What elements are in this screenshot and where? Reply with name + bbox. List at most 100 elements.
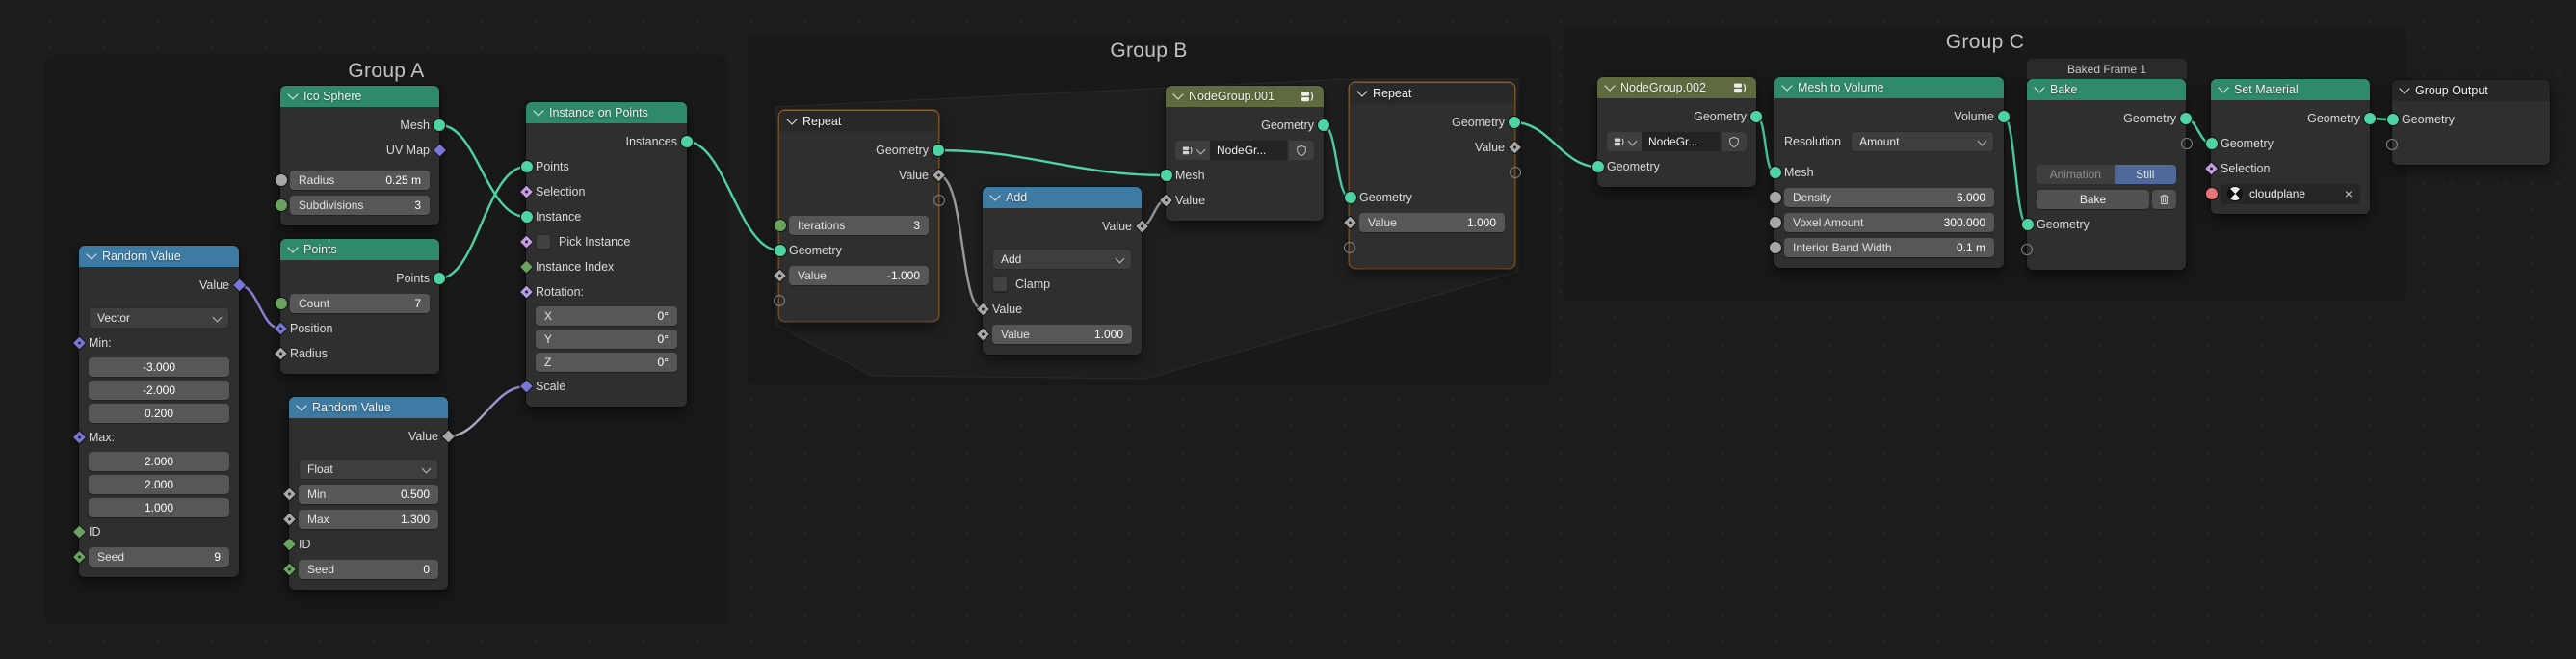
value-field[interactable]: Value1.000 bbox=[992, 325, 1132, 344]
node-repeat-input[interactable]: Repeat Geometry Value Iterations3 Geomet… bbox=[779, 111, 938, 321]
socket-extend-output[interactable] bbox=[1510, 167, 1521, 178]
socket-points-output[interactable] bbox=[433, 272, 446, 285]
node-header[interactable]: Instance on Points bbox=[526, 102, 687, 123]
node-repeat-output[interactable]: Repeat Geometry Value Geometry Value1.00… bbox=[1350, 83, 1514, 268]
socket-instances-output[interactable] bbox=[680, 135, 694, 148]
socket-mesh-input[interactable] bbox=[1769, 166, 1782, 179]
socket-subdivisions-input[interactable] bbox=[275, 198, 288, 212]
socket-extend-output[interactable] bbox=[933, 195, 945, 206]
radius-field[interactable]: Radius0.25 m bbox=[290, 171, 430, 190]
socket-instance-input[interactable] bbox=[520, 210, 534, 224]
socket-geometry-input[interactable] bbox=[774, 244, 787, 257]
node-editor-canvas[interactable]: Group A Group B Group C Ico Sphere bbox=[0, 0, 2576, 659]
node-random-value-float[interactable]: Random Value Value Float Min0.500 Max1.3… bbox=[289, 397, 448, 590]
min-x-field[interactable]: -3.000 bbox=[89, 357, 229, 377]
clear-material-icon[interactable]: × bbox=[2345, 187, 2353, 200]
node-add[interactable]: Add Value Add Clamp Value Value1.000 bbox=[983, 187, 1142, 355]
min-y-field[interactable]: -2.000 bbox=[89, 381, 229, 400]
chevron-down-icon[interactable] bbox=[287, 242, 298, 252]
chevron-down-icon[interactable] bbox=[786, 114, 797, 124]
chevron-down-icon[interactable] bbox=[86, 249, 96, 259]
node-header[interactable]: Random Value bbox=[289, 397, 448, 418]
max-x-field[interactable]: 2.000 bbox=[89, 452, 229, 471]
clamp-checkbox[interactable] bbox=[992, 277, 1008, 292]
socket-radius-input[interactable] bbox=[275, 173, 288, 187]
chevron-down-icon[interactable] bbox=[287, 89, 298, 99]
data-type-dropdown[interactable]: Vector bbox=[89, 307, 229, 329]
socket-extend-input[interactable] bbox=[2386, 139, 2398, 150]
socket-mesh-input[interactable] bbox=[1160, 169, 1173, 182]
bake-button[interactable]: Bake bbox=[2037, 190, 2149, 209]
seed-field[interactable]: Seed9 bbox=[89, 547, 229, 567]
node-header[interactable]: Points bbox=[280, 239, 439, 260]
node-header[interactable]: NodeGroup.002 bbox=[1597, 77, 1756, 98]
delete-bake-button[interactable] bbox=[2152, 190, 2176, 209]
rotation-z-field[interactable]: Z0° bbox=[536, 353, 677, 372]
datablock-browse-button[interactable] bbox=[1175, 141, 1210, 160]
node-header[interactable]: Set Material bbox=[2211, 79, 2370, 100]
material-selector[interactable]: cloudplane× bbox=[2221, 184, 2360, 204]
socket-geometry-output[interactable] bbox=[2363, 112, 2377, 125]
bake-mode-animation-button[interactable]: Animation bbox=[2037, 165, 2115, 184]
socket-iterations-input[interactable] bbox=[774, 219, 787, 232]
datablock-name[interactable]: NodeGr... bbox=[1642, 132, 1720, 151]
socket-density-input[interactable] bbox=[1769, 191, 1782, 204]
pick-instance-checkbox[interactable] bbox=[536, 234, 551, 250]
chevron-down-icon[interactable] bbox=[2034, 82, 2044, 92]
max-z-field[interactable]: 1.000 bbox=[89, 498, 229, 517]
datablock-name[interactable]: NodeGr... bbox=[1210, 141, 1287, 160]
count-field[interactable]: Count7 bbox=[290, 294, 430, 313]
socket-extend-output[interactable] bbox=[2181, 138, 2193, 149]
socket-extend-input[interactable] bbox=[774, 295, 785, 306]
density-field[interactable]: Density6.000 bbox=[1784, 188, 1994, 207]
node-header[interactable]: NodeGroup.001 bbox=[1166, 86, 1324, 107]
node-header[interactable]: Mesh to Volume bbox=[1774, 77, 2004, 98]
fake-user-shield-icon[interactable] bbox=[1289, 141, 1314, 160]
chevron-down-icon[interactable] bbox=[1172, 89, 1183, 99]
node-group-output[interactable]: Group Output Geometry bbox=[2392, 80, 2550, 165]
socket-material-input[interactable] bbox=[2205, 187, 2219, 200]
rotation-y-field[interactable]: Y0° bbox=[536, 330, 677, 349]
min-z-field[interactable]: 0.200 bbox=[89, 404, 229, 423]
resolution-dropdown[interactable]: Amount bbox=[1851, 131, 1994, 152]
node-header[interactable]: Group Output bbox=[2392, 80, 2550, 101]
max-y-field[interactable]: 2.000 bbox=[89, 475, 229, 494]
node-header[interactable]: Add bbox=[983, 187, 1142, 208]
node-header[interactable]: Repeat bbox=[779, 111, 938, 132]
socket-geometry-output[interactable] bbox=[1749, 110, 1763, 123]
socket-geometry-output[interactable] bbox=[1317, 119, 1330, 132]
socket-geometry-input[interactable] bbox=[2205, 137, 2219, 150]
interior-band-width-field[interactable]: Interior Band Width0.1 m bbox=[1784, 238, 1994, 257]
subdivisions-field[interactable]: Subdivisions3 bbox=[290, 196, 430, 215]
socket-geometry-output[interactable] bbox=[1508, 116, 1521, 129]
socket-interior-band-width-input[interactable] bbox=[1769, 241, 1782, 254]
socket-extend-input[interactable] bbox=[1344, 242, 1355, 253]
data-type-dropdown[interactable]: Float bbox=[299, 459, 438, 480]
node-header[interactable]: Ico Sphere bbox=[280, 86, 439, 107]
chevron-down-icon[interactable] bbox=[296, 400, 306, 410]
node-points[interactable]: Points Points Count7 Position Radius bbox=[280, 239, 439, 374]
chevron-down-icon[interactable] bbox=[989, 190, 1000, 200]
node-ico-sphere[interactable]: Ico Sphere Mesh UV Map Radius0.25 m Subd… bbox=[280, 86, 439, 225]
iterations-field[interactable]: Iterations3 bbox=[789, 216, 929, 235]
min-field[interactable]: Min0.500 bbox=[299, 485, 438, 504]
node-random-value-vector[interactable]: Random Value Value Vector Min: -3.000 -2… bbox=[79, 246, 239, 577]
socket-geometry-input[interactable] bbox=[2021, 218, 2035, 231]
socket-geometry-output[interactable] bbox=[932, 144, 945, 157]
socket-geometry-output[interactable] bbox=[2179, 112, 2193, 125]
chevron-down-icon[interactable] bbox=[2399, 83, 2409, 93]
socket-voxel-amount-input[interactable] bbox=[1769, 216, 1782, 229]
node-header[interactable]: Bake bbox=[2027, 79, 2186, 100]
value-field[interactable]: Value1.000 bbox=[1359, 213, 1505, 232]
operation-dropdown[interactable]: Add bbox=[992, 249, 1132, 270]
node-mesh-to-volume[interactable]: Mesh to Volume Volume ResolutionAmount M… bbox=[1774, 77, 2004, 268]
rotation-x-field[interactable]: X0° bbox=[536, 306, 677, 326]
node-header[interactable]: Random Value bbox=[79, 246, 239, 267]
socket-geometry-input[interactable] bbox=[2386, 113, 2400, 126]
value-field[interactable]: Value-1.000 bbox=[789, 266, 929, 285]
socket-geometry-input[interactable] bbox=[1344, 191, 1357, 204]
chevron-down-icon[interactable] bbox=[1781, 80, 1792, 91]
max-field[interactable]: Max1.300 bbox=[299, 510, 438, 529]
socket-points-input[interactable] bbox=[520, 160, 534, 173]
node-header[interactable]: Repeat bbox=[1350, 83, 1514, 104]
